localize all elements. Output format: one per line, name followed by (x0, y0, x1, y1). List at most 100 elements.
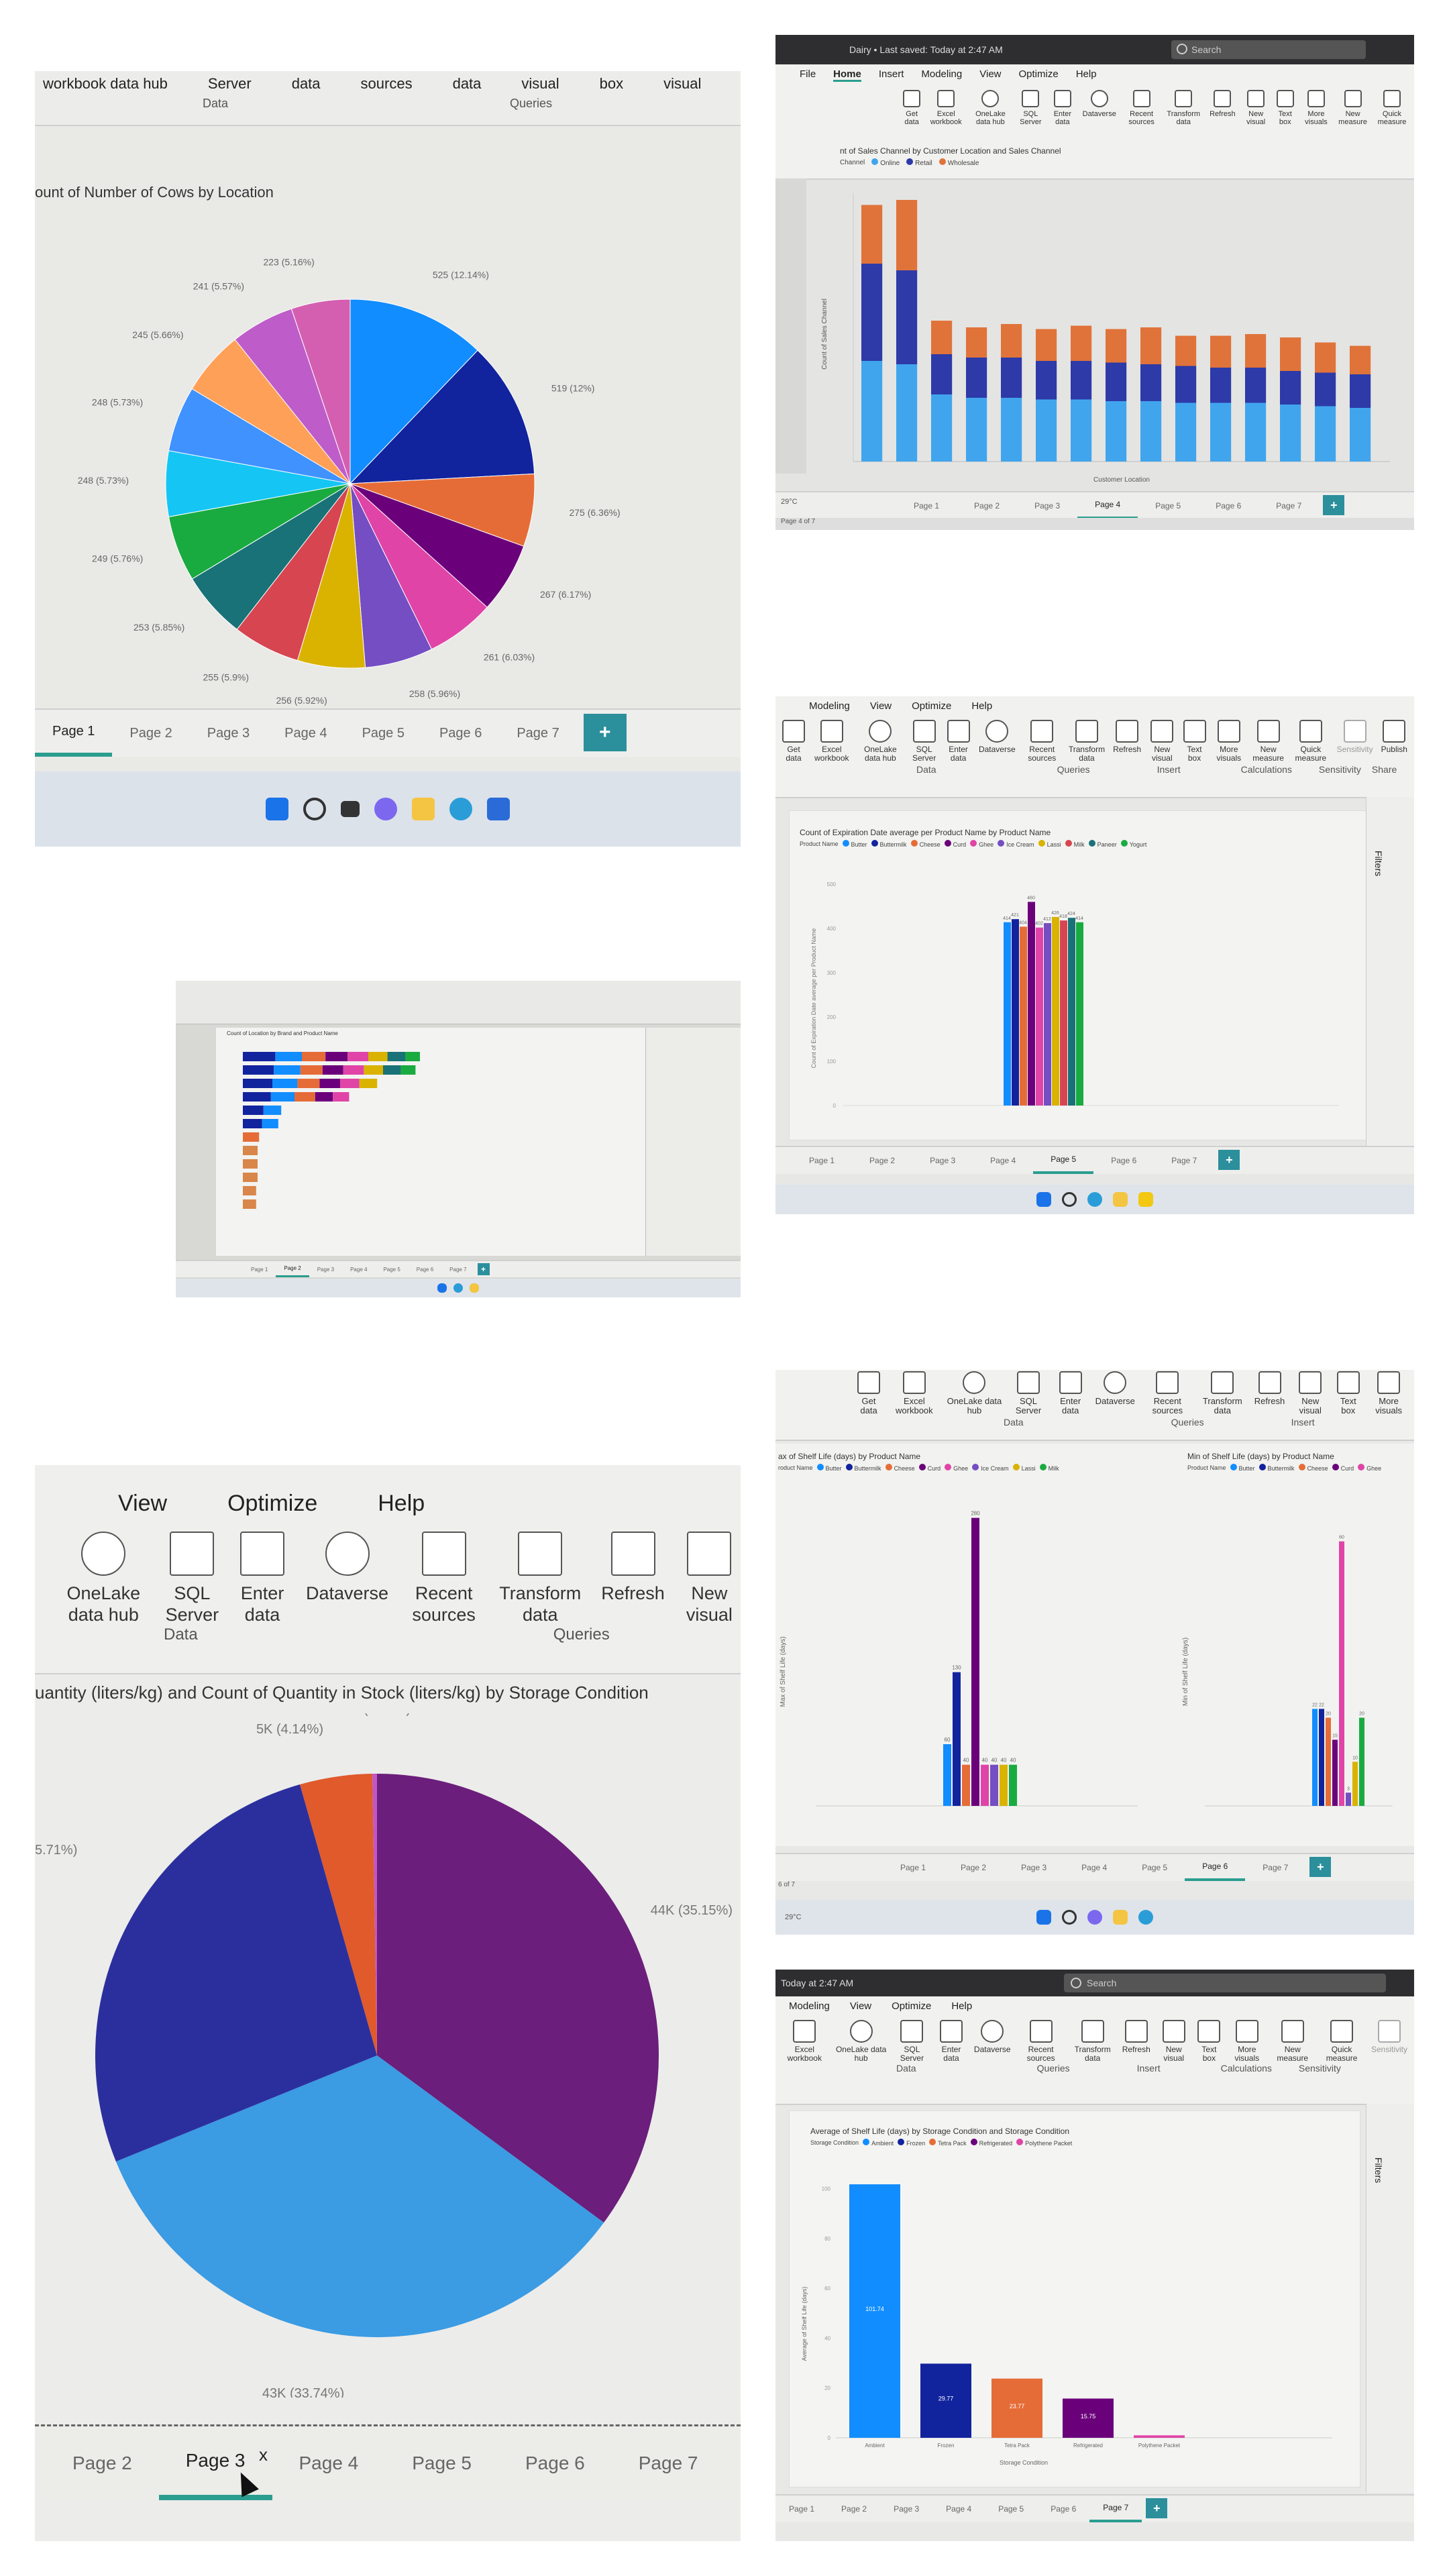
bar-segment[interactable] (343, 1065, 364, 1075)
ribbon-item[interactable]: visual (663, 75, 701, 93)
file-explorer-icon[interactable] (412, 798, 435, 820)
bar[interactable] (1359, 1717, 1364, 1806)
search-box[interactable]: Search (1171, 40, 1366, 59)
enter-data-button[interactable]: Enter data (1052, 86, 1073, 126)
windows-start-icon[interactable] (1036, 1910, 1051, 1925)
add-page-button[interactable]: + (583, 714, 627, 751)
get-data-button[interactable]: Get data (903, 86, 921, 126)
menu-modeling[interactable]: Modeling (789, 2000, 830, 2012)
transform-data-button[interactable]: Transform data (1167, 86, 1200, 126)
more-visuals-button[interactable]: More visuals (1229, 2016, 1265, 2063)
ribbon-item[interactable]: data (453, 75, 482, 93)
bar-segment[interactable] (243, 1106, 264, 1115)
bar-segment[interactable] (368, 1052, 388, 1061)
file-explorer-icon[interactable] (1113, 1910, 1128, 1925)
dataverse-button[interactable]: Dataverse (306, 1517, 388, 1604)
tab-page-7[interactable]: Page 7 (499, 710, 576, 757)
chat-icon[interactable] (374, 798, 397, 820)
sales-channel-chart[interactable]: Customer Location Count of Sales Channel (813, 166, 1403, 488)
get-data-button[interactable]: Get data (856, 1370, 881, 1415)
brand-bar-chart[interactable] (229, 1045, 645, 1246)
text-box-button[interactable]: Text box (1183, 716, 1206, 763)
dataverse-button[interactable]: Dataverse (979, 716, 1016, 754)
edge-icon[interactable] (1138, 1910, 1153, 1925)
store-icon[interactable] (487, 798, 510, 820)
excel-workbook-button[interactable]: Excel workbook (782, 2016, 827, 2063)
bar-segment[interactable] (931, 321, 953, 354)
menu-insert[interactable]: Insert (879, 68, 904, 82)
bar-segment[interactable] (1106, 401, 1127, 462)
bar-segment[interactable] (1106, 329, 1127, 363)
bar-segment[interactable] (1315, 406, 1336, 462)
task-view-icon[interactable] (341, 801, 360, 817)
bar-segment[interactable] (1071, 399, 1092, 462)
bar[interactable] (1312, 1709, 1318, 1806)
bar-segment[interactable] (1315, 342, 1336, 373)
refresh-button[interactable]: Refresh (1254, 1370, 1285, 1406)
bar-segment[interactable] (861, 205, 883, 264)
bar[interactable] (962, 1764, 970, 1806)
bar-segment[interactable] (300, 1065, 323, 1075)
new-visual-button[interactable]: New visual (1294, 1370, 1326, 1415)
tab-page-4[interactable]: Page 4 (932, 2496, 985, 2522)
bar-segment[interactable] (1280, 337, 1301, 371)
bar[interactable] (1028, 902, 1035, 1106)
bar-segment[interactable] (297, 1079, 320, 1088)
bar-segment[interactable] (896, 200, 918, 270)
bar-segment[interactable] (1210, 368, 1232, 403)
onelake-button[interactable]: OneLake data hub (835, 2016, 888, 2063)
bar-segment[interactable] (1245, 402, 1267, 462)
bar-segment[interactable] (1350, 374, 1371, 408)
menu-help[interactable]: Help (951, 2000, 972, 2012)
refresh-button[interactable]: Refresh (601, 1517, 665, 1604)
enter-data-button[interactable]: Enter data (946, 716, 971, 763)
quick-measure-button[interactable]: Quick measure (1320, 2016, 1363, 2063)
bar-segment[interactable] (1140, 364, 1162, 401)
ribbon-item[interactable]: box (600, 75, 623, 93)
bar-segment[interactable] (340, 1079, 360, 1088)
excel-workbook-button[interactable]: Excel workbook (813, 716, 851, 763)
bar-segment[interactable] (1315, 372, 1336, 407)
bar-segment[interactable] (1245, 368, 1267, 403)
bar-segment[interactable] (243, 1132, 260, 1142)
dataverse-button[interactable]: Dataverse (974, 2016, 1011, 2054)
menu-view[interactable]: View (850, 2000, 871, 2012)
bar-segment[interactable] (966, 398, 987, 462)
bar[interactable] (1319, 1709, 1324, 1806)
tab-page-1[interactable]: Page 1 (896, 492, 957, 519)
bar-segment[interactable] (1036, 399, 1057, 462)
menu-optimize[interactable]: Optimize (892, 2000, 931, 2012)
publish-button[interactable]: Publish (1381, 716, 1407, 754)
new-measure-button[interactable]: New measure (1338, 86, 1367, 126)
expiration-chart[interactable]: 0100200300400500414421404460402412426418… (802, 851, 1352, 1132)
bar-segment[interactable] (400, 1065, 416, 1075)
menu-home[interactable]: Home (833, 68, 861, 82)
enter-data-button[interactable]: Enter data (239, 1517, 286, 1625)
new-visual-button[interactable]: New visual (685, 1517, 734, 1625)
sql-server-button[interactable]: SQL Server (1011, 1370, 1046, 1415)
bar-segment[interactable] (262, 1119, 278, 1128)
tab-page-4[interactable]: Page 4 (267, 710, 344, 757)
bar[interactable] (1012, 919, 1019, 1106)
sql-server-button[interactable]: SQL Server (896, 2016, 928, 2063)
bar-segment[interactable] (315, 1092, 333, 1102)
more-visuals-button[interactable]: More visuals (1303, 86, 1329, 126)
bar[interactable] (1052, 916, 1059, 1106)
bar-segment[interactable] (1071, 361, 1092, 400)
menu-help[interactable]: Help (1076, 68, 1097, 82)
new-measure-button[interactable]: New measure (1252, 716, 1285, 763)
tab-page-7[interactable]: Page 7 (1089, 2496, 1142, 2522)
shelf-life-min-chart[interactable]: 22 22 20 15 60 3 10 20 Min of Shelf Life (days) (1178, 1470, 1406, 1846)
tab-page-7[interactable]: Page 7 (441, 1261, 474, 1277)
ribbon-item[interactable]: data (292, 75, 321, 93)
recent-sources-button[interactable]: Recent sources (1144, 1370, 1191, 1415)
bar[interactable] (1134, 2435, 1185, 2438)
tab-page-5[interactable]: Page 5 (1124, 1854, 1185, 1881)
tab-page-5[interactable]: Page 5 (375, 1261, 408, 1277)
transform-data-button[interactable]: Transform data (1200, 1370, 1245, 1415)
add-page-button[interactable]: + (477, 1263, 490, 1275)
bar[interactable] (943, 1744, 951, 1806)
tab-page-4[interactable]: Page 4 (342, 1261, 375, 1277)
chat-icon[interactable] (1087, 1910, 1102, 1925)
bar[interactable] (1326, 1717, 1331, 1806)
